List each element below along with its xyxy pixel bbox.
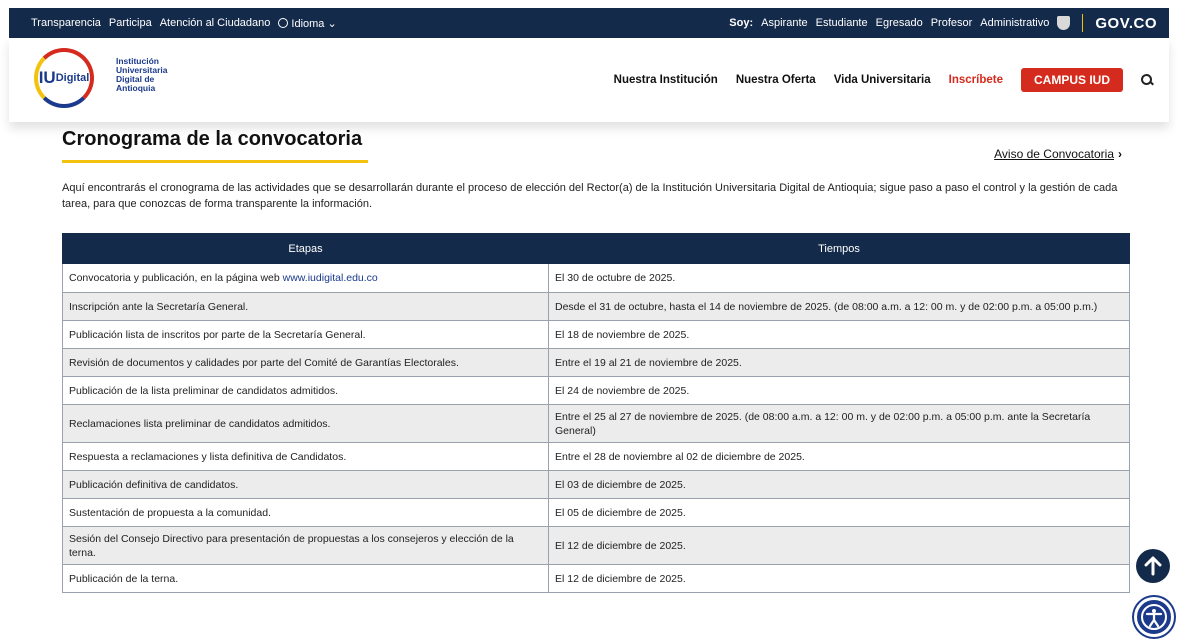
table-row: Inscripción ante la Secretaría General. … <box>62 292 1130 321</box>
tiempo-cell: El 03 de diciembre de 2025. <box>548 470 1130 499</box>
etapa-cell: Revisión de documentos y calidades por p… <box>62 348 549 377</box>
chevron-right-icon: › <box>1118 147 1122 161</box>
etapa-text: Convocatoria y publicación, en la página… <box>69 272 283 284</box>
tiempo-cell: El 30 de octubre de 2025. <box>548 263 1130 293</box>
aviso-label: Aviso de Convocatoria <box>994 147 1114 161</box>
etapa-cell: Sesión del Consejo Directivo para presen… <box>62 526 549 565</box>
tiempo-cell: El 05 de diciembre de 2025. <box>548 498 1130 527</box>
table-row: Publicación lista de inscritos por parte… <box>62 320 1130 349</box>
nav-nuestra-oferta[interactable]: Nuestra Oferta <box>736 74 816 86</box>
campus-iud-button[interactable]: CAMPUS IUD <box>1020 68 1123 92</box>
gov-top-bar: Transparencia Participa Atención al Ciud… <box>9 8 1169 38</box>
tiempo-cell: El 24 de noviembre de 2025. <box>548 376 1130 405</box>
audience-egresado[interactable]: Egresado <box>876 17 923 29</box>
etapa-cell: Publicación lista de inscritos por parte… <box>62 320 549 349</box>
etapa-cell: Reclamaciones lista preliminar de candid… <box>62 404 549 443</box>
etapa-cell: Publicación definitiva de candidatos. <box>62 470 549 499</box>
arrow-up-icon <box>1144 556 1162 576</box>
table-row: Reclamaciones lista preliminar de candid… <box>62 404 1130 443</box>
table-row: Publicación de la lista preliminar de ca… <box>62 376 1130 405</box>
divider <box>1082 14 1084 32</box>
tiempo-cell: El 12 de diciembre de 2025. <box>548 564 1130 593</box>
audience-profesor[interactable]: Profesor <box>931 17 973 29</box>
title-underline <box>62 160 368 163</box>
logo-text: Institución Universitaria Digital de Ant… <box>116 56 168 93</box>
top-link-participa[interactable]: Participa <box>109 17 152 29</box>
logo-iu: IU <box>38 68 56 87</box>
table-row: Sesión del Consejo Directivo para presen… <box>62 526 1130 565</box>
nav-inscribete[interactable]: Inscríbete <box>949 74 1003 86</box>
top-links: Transparencia Participa Atención al Ciud… <box>31 17 337 30</box>
chevron-down-icon: ⌄ <box>327 17 337 30</box>
table-row: Revisión de documentos y calidades por p… <box>62 348 1130 377</box>
etapa-cell: Convocatoria y publicación, en la página… <box>62 263 549 293</box>
aviso-convocatoria-link[interactable]: Aviso de Convocatoria › <box>994 147 1122 161</box>
audience-aspirante[interactable]: Aspirante <box>761 17 807 29</box>
tiempo-cell: Entre el 28 de noviembre al 02 de diciem… <box>548 442 1130 471</box>
etapa-cell: Publicación de la terna. <box>62 564 549 593</box>
soy-label: Soy: <box>729 17 754 29</box>
audience-links: Soy: Aspirante Estudiante Egresado Profe… <box>729 14 1157 32</box>
nav-vida-universitaria[interactable]: Vida Universitaria <box>834 74 931 86</box>
page-title: Cronograma de la convocatoria <box>62 128 363 150</box>
search-icon[interactable] <box>1141 74 1153 86</box>
language-selector[interactable]: Idioma ⌄ <box>278 17 337 30</box>
scroll-to-top-button[interactable] <box>1136 549 1170 583</box>
intro-paragraph: Aquí encontrarás el cronograma de las ac… <box>62 182 1118 210</box>
tiempo-cell: El 12 de diciembre de 2025. <box>548 526 1130 565</box>
top-link-atencion[interactable]: Atención al Ciudadano <box>160 17 271 29</box>
table-row: Convocatoria y publicación, en la página… <box>62 263 1130 293</box>
table-row: Publicación de la terna. El 12 de diciem… <box>62 564 1130 593</box>
colombia-shield-icon <box>1057 16 1071 30</box>
tiempo-cell: Entre el 25 al 27 de noviembre de 2025. … <box>548 404 1130 443</box>
etapa-cell: Inscripción ante la Secretaría General. <box>62 292 549 321</box>
audience-estudiante[interactable]: Estudiante <box>816 17 868 29</box>
nav-nuestra-institucion[interactable]: Nuestra Institución <box>614 74 718 86</box>
logo-digital: Digital <box>55 72 90 84</box>
table-header-row: Etapas Tiempos <box>62 233 1130 264</box>
site-header: IU Digital Institución Universitaria Digi… <box>9 38 1169 122</box>
gov-co-logo[interactable]: GOV.CO <box>1095 15 1157 32</box>
accessibility-icon <box>1141 604 1167 630</box>
etapa-cell: Respuesta a reclamaciones y lista defini… <box>62 442 549 471</box>
table-row: Respuesta a reclamaciones y lista defini… <box>62 442 1130 471</box>
tiempo-cell: El 18 de noviembre de 2025. <box>548 320 1130 349</box>
top-link-transparencia[interactable]: Transparencia <box>31 17 101 29</box>
iud-logo[interactable]: IU Digital <box>34 48 94 108</box>
header-etapas: Etapas <box>62 233 549 264</box>
etapa-cell: Publicación de la lista preliminar de ca… <box>62 376 549 405</box>
tiempo-cell: Desde el 31 de octubre, hasta el 14 de n… <box>548 292 1130 321</box>
accessibility-button[interactable] <box>1134 597 1174 637</box>
etapa-cell: Sustentación de propuesta a la comunidad… <box>62 498 549 527</box>
schedule-table: Etapas Tiempos Convocatoria y publicació… <box>62 233 1130 593</box>
tiempo-cell: Entre el 19 al 21 de noviembre de 2025. <box>548 348 1130 377</box>
audience-administrativo[interactable]: Administrativo <box>980 17 1049 29</box>
language-label: Idioma <box>291 17 325 30</box>
table-row: Publicación definitiva de candidatos. El… <box>62 470 1130 499</box>
globe-icon <box>278 17 289 28</box>
main-nav: Nuestra Institución Nuestra Oferta Vida … <box>614 68 1153 92</box>
table-row: Sustentación de propuesta a la comunidad… <box>62 498 1130 527</box>
website-link[interactable]: www.iudigital.edu.co <box>283 272 378 284</box>
header-tiempos: Tiempos <box>548 233 1130 264</box>
